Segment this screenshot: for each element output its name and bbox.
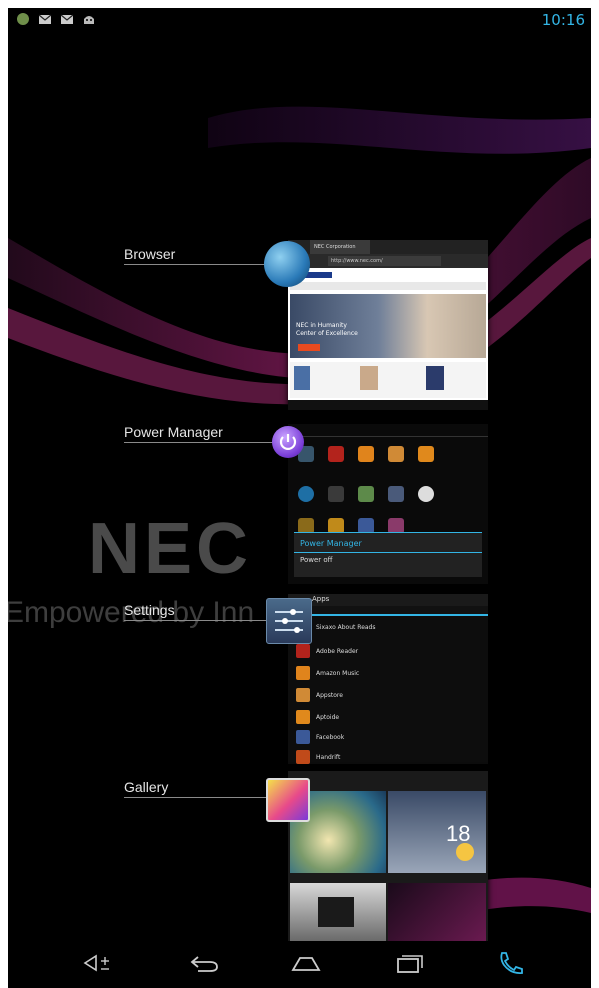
gmail-icon <box>60 14 74 24</box>
browser-page: NEC in Humanity Center of Excellence <box>288 268 488 400</box>
recent-app-label-gallery[interactable]: Gallery <box>124 779 168 795</box>
list-item: Aptoide <box>296 710 339 724</box>
divider <box>124 442 274 443</box>
list-item: Handrift <box>296 750 340 764</box>
browser-toolbar: http://www.nec.com/ <box>288 254 488 268</box>
content-row <box>290 362 486 398</box>
gallery-photo <box>290 883 386 941</box>
volume-icon[interactable] <box>82 950 114 976</box>
settings-sliders-icon[interactable] <box>266 598 312 644</box>
home-icon[interactable] <box>290 950 322 976</box>
android-screen: 10:16 NEC Empowered by Inn Browser NEC C… <box>8 8 591 988</box>
app-icon-row <box>298 486 434 502</box>
list-item: Adobe Reader <box>296 644 358 658</box>
divider <box>124 264 274 265</box>
dialog-title: Power Manager <box>300 539 362 548</box>
recent-app-thumbnail-browser[interactable]: NEC Corporation http://www.nec.com/ NEC … <box>288 240 488 410</box>
navigation-bar <box>8 940 591 988</box>
hero-button <box>298 344 320 351</box>
app-icon-row <box>298 446 434 462</box>
power-off-option: Power off <box>294 552 482 567</box>
recent-app-label-browser[interactable]: Browser <box>124 246 175 262</box>
wallpaper-logo: NEC <box>88 509 253 589</box>
status-clock: 10:16 <box>541 11 585 29</box>
recent-app-thumbnail-gallery[interactable]: 18 <box>288 771 488 941</box>
gallery-photo <box>388 883 486 941</box>
phone-icon[interactable] <box>496 950 528 976</box>
site-nav <box>290 282 486 290</box>
recent-apps-icon[interactable] <box>394 950 426 976</box>
android-robot-icon <box>84 16 94 24</box>
notification-icons <box>16 12 96 26</box>
gallery-icon[interactable] <box>266 778 310 822</box>
divider <box>124 797 274 798</box>
browser-url: http://www.nec.com/ <box>328 256 441 266</box>
recent-app-thumbnail-power-manager[interactable]: Power Manager Power off <box>288 424 488 584</box>
status-bar: 10:16 <box>8 8 591 32</box>
android-status-icon <box>17 13 29 25</box>
browser-tab-strip: NEC Corporation <box>288 240 488 254</box>
apps-tab-bar <box>288 424 488 437</box>
list-item: Facebook <box>296 730 344 744</box>
settings-tabs <box>288 606 488 616</box>
power-icon[interactable] <box>272 426 304 458</box>
browser-tab: NEC Corporation <box>310 240 370 254</box>
power-manager-dialog: Power Manager Power off <box>294 532 482 577</box>
back-icon[interactable] <box>188 950 220 976</box>
list-item: Amazon Music <box>296 666 359 680</box>
browser-globe-icon[interactable] <box>264 241 310 287</box>
settings-actionbar: Apps <box>288 594 488 606</box>
recent-app-label-power-manager[interactable]: Power Manager <box>124 424 223 440</box>
gmail-icon <box>38 14 52 24</box>
list-item: Appstore <box>296 688 343 702</box>
recent-app-thumbnail-settings[interactable]: Apps Sixaxo About Reads Adobe Reader Ama… <box>288 594 488 764</box>
recent-app-label-settings[interactable]: Settings <box>124 602 175 618</box>
hero-text: NEC in Humanity Center of Excellence <box>296 322 358 337</box>
divider <box>124 620 274 621</box>
gallery-photo: 18 <box>388 791 486 873</box>
